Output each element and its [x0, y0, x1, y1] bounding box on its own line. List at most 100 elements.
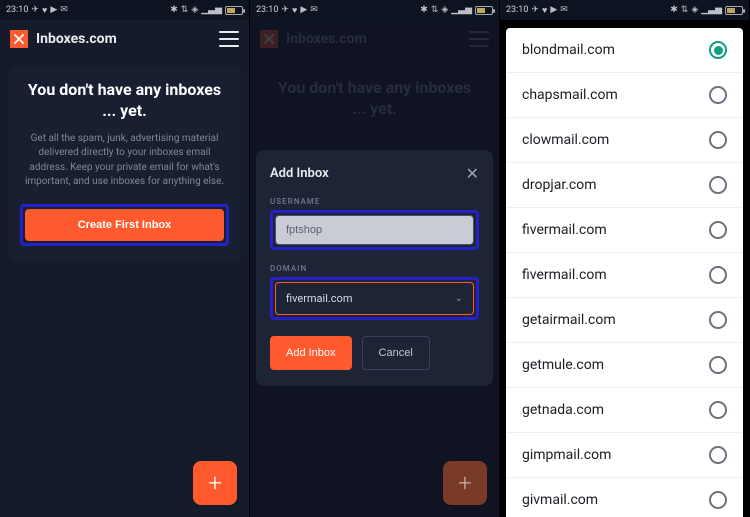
telegram-icon: ✈	[31, 5, 39, 15]
menu-icon[interactable]	[219, 31, 239, 47]
add-inbox-modal: Add Inbox ✕ USERNAME DOMAIN fivermail.co…	[256, 150, 493, 386]
modal-title: Add Inbox	[270, 166, 329, 181]
domain-option[interactable]: clowmail.com	[506, 118, 743, 163]
radio-icon[interactable]	[709, 491, 727, 509]
radio-icon[interactable]	[709, 41, 727, 59]
username-field-block: USERNAME	[270, 197, 479, 250]
radio-icon[interactable]	[709, 266, 727, 284]
domain-picker-list[interactable]: blondmail.com chapsmail.com clowmail.com dr…	[506, 28, 743, 517]
status-right: ✱ ⇅ ◈ ▁▃▅	[170, 5, 243, 15]
status-right: ✱ ⇅ ◈ ▁▃▅	[420, 5, 493, 15]
wifi-icon: ◈	[441, 5, 448, 15]
radio-icon[interactable]	[709, 311, 727, 329]
empty-description: Get all the spam, junk, advertising mate…	[20, 132, 229, 190]
status-bar: 23:10 ✈ ♥ ▶ ✉ ✱ ⇅ ◈ ▁▃▅	[500, 0, 749, 20]
radio-icon[interactable]	[709, 401, 727, 419]
heart-icon: ♥	[42, 5, 47, 16]
close-icon[interactable]: ✕	[466, 164, 479, 183]
domain-option[interactable]: getairmail.com	[506, 298, 743, 343]
domain-option-label: getnada.com	[522, 402, 604, 418]
plus-icon: +	[208, 469, 222, 497]
youtube-icon: ▶	[300, 5, 307, 15]
app-header: Inboxes.com	[0, 20, 249, 58]
phone-screen-1: 23:10 ✈ ♥ ▶ ✉ ✱ ⇅ ◈ ▁▃▅ Inboxes.com You …	[0, 0, 250, 517]
domain-option-label: gimpmail.com	[522, 447, 611, 463]
youtube-icon: ▶	[50, 5, 57, 15]
chat-icon: ✉	[310, 5, 318, 15]
battery-icon	[475, 6, 493, 15]
domain-option[interactable]: dropjar.com	[506, 163, 743, 208]
fab-add-button[interactable]: +	[193, 461, 237, 505]
app-logo-icon	[10, 30, 28, 48]
domain-option-label: getmule.com	[522, 357, 604, 373]
radio-icon[interactable]	[709, 86, 727, 104]
app-header-left: Inboxes.com	[10, 30, 117, 48]
domain-option-label: blondmail.com	[522, 42, 615, 58]
domain-option-label: clowmail.com	[522, 132, 609, 148]
telegram-icon: ✈	[281, 5, 289, 15]
data-icon: ⇅	[431, 5, 439, 15]
radio-icon[interactable]	[709, 356, 727, 374]
heart-icon: ♥	[292, 5, 297, 16]
modal-actions: Add Inbox Cancel	[270, 336, 479, 370]
bluetooth-icon: ✱	[420, 5, 428, 15]
radio-icon[interactable]	[709, 446, 727, 464]
app-title: Inboxes.com	[36, 31, 117, 47]
phone-screen-2: 23:10 ✈ ♥ ▶ ✉ ✱ ⇅ ◈ ▁▃▅ Inboxes.com You …	[250, 0, 500, 517]
radio-icon[interactable]	[709, 131, 727, 149]
signal-icon: ▁▃▅	[451, 5, 472, 15]
radio-icon[interactable]	[709, 221, 727, 239]
domain-field-block: DOMAIN fivermail.com ⌄	[270, 264, 479, 320]
domain-option[interactable]: getnada.com	[506, 388, 743, 433]
domain-option[interactable]: fivermail.com	[506, 253, 743, 298]
status-left: 23:10 ✈ ♥ ▶ ✉	[256, 5, 318, 16]
status-left: 23:10 ✈ ♥ ▶ ✉	[506, 5, 568, 16]
signal-icon: ▁▃▅	[201, 5, 222, 15]
username-input[interactable]	[275, 215, 474, 245]
empty-state-card: You don't have any inboxes ... yet. Get …	[8, 66, 241, 262]
fab-add-button: +	[443, 461, 487, 505]
empty-title: You don't have any inboxes ... yet.	[20, 80, 229, 122]
radio-icon[interactable]	[709, 176, 727, 194]
domain-option-label: getairmail.com	[522, 312, 616, 328]
domain-option[interactable]: getmule.com	[506, 343, 743, 388]
data-icon: ⇅	[681, 5, 689, 15]
plus-icon: +	[458, 469, 472, 497]
status-bar: 23:10 ✈ ♥ ▶ ✉ ✱ ⇅ ◈ ▁▃▅	[250, 0, 499, 20]
status-time: 23:10	[256, 5, 278, 15]
domain-option-label: dropjar.com	[522, 177, 597, 193]
add-inbox-button[interactable]: Add Inbox	[270, 336, 352, 370]
domain-select[interactable]: fivermail.com ⌄	[275, 282, 474, 315]
wifi-icon: ◈	[691, 5, 698, 15]
domain-option[interactable]: givmail.com	[506, 478, 743, 517]
wifi-icon: ◈	[191, 5, 198, 15]
status-bar: 23:10 ✈ ♥ ▶ ✉ ✱ ⇅ ◈ ▁▃▅	[0, 0, 249, 20]
battery-icon	[225, 6, 243, 15]
modal-header: Add Inbox ✕	[270, 164, 479, 183]
status-left: 23:10 ✈ ♥ ▶ ✉	[6, 5, 68, 16]
youtube-icon: ▶	[550, 5, 557, 15]
highlight-cta: Create First Inbox	[20, 204, 229, 246]
domain-option-label: chapsmail.com	[522, 87, 618, 103]
phone-screen-3: 23:10 ✈ ♥ ▶ ✉ ✱ ⇅ ◈ ▁▃▅ blondmail.com cha…	[500, 0, 750, 517]
status-time: 23:10	[506, 5, 528, 15]
create-first-inbox-button[interactable]: Create First Inbox	[25, 209, 224, 241]
domain-option[interactable]: chapsmail.com	[506, 73, 743, 118]
domain-option[interactable]: gimpmail.com	[506, 433, 743, 478]
status-right: ✱ ⇅ ◈ ▁▃▅	[670, 5, 743, 15]
bluetooth-icon: ✱	[670, 5, 678, 15]
battery-icon	[725, 6, 743, 15]
highlight-username	[270, 210, 479, 250]
domain-label: DOMAIN	[270, 264, 479, 273]
chat-icon: ✉	[560, 5, 568, 15]
domain-option-label: fivermail.com	[522, 222, 607, 238]
cancel-button[interactable]: Cancel	[362, 336, 430, 370]
chat-icon: ✉	[60, 5, 68, 15]
domain-option[interactable]: fivermail.com	[506, 208, 743, 253]
domain-option[interactable]: blondmail.com	[506, 28, 743, 73]
domain-option-label: givmail.com	[522, 492, 598, 508]
chevron-down-icon: ⌄	[455, 293, 463, 304]
status-time: 23:10	[6, 5, 28, 15]
domain-value: fivermail.com	[286, 292, 352, 305]
bluetooth-icon: ✱	[170, 5, 178, 15]
